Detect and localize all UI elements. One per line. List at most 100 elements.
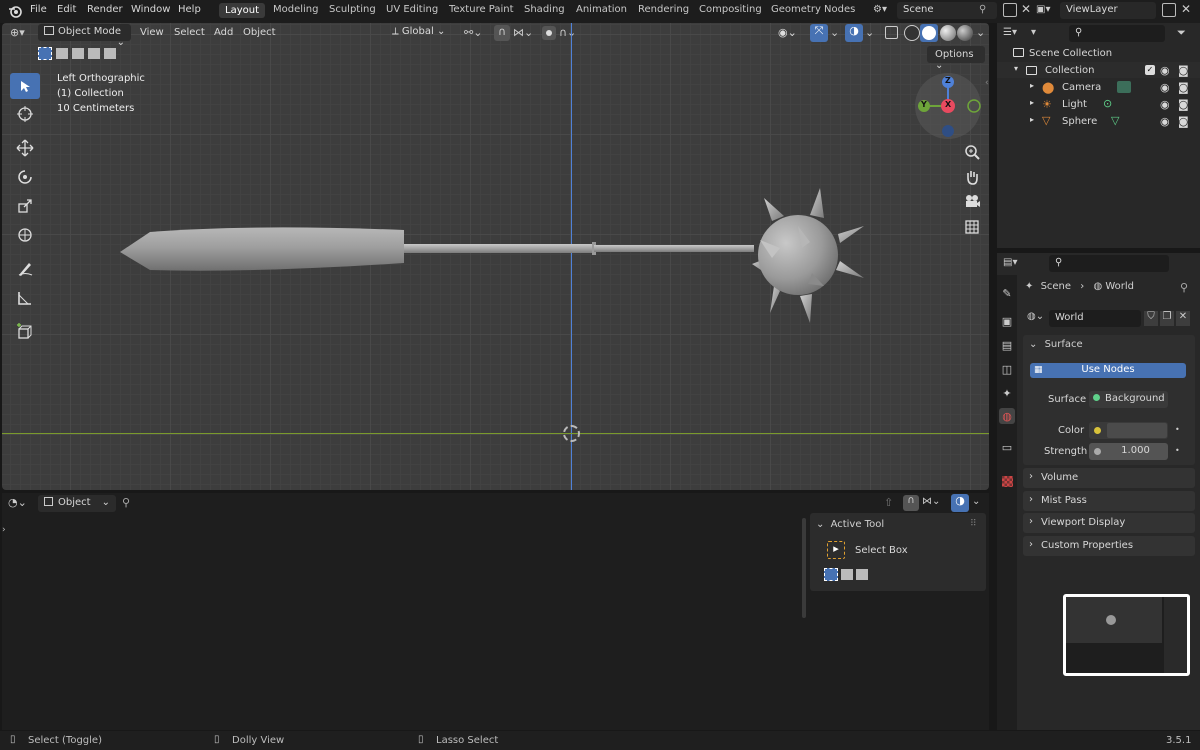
bottom-editor-type-icon[interactable]: ◔⌄ [8,496,27,509]
world-name-field[interactable]: World [1049,310,1141,327]
bottom-overlay-toggle-icon[interactable]: ◑ [951,494,969,512]
properties-editor-type-icon[interactable]: ▤▾ [1003,257,1017,268]
menu-render[interactable]: Render [87,4,123,15]
outliner-item-light[interactable]: ▸ ☀ Light ⊙ ◉ ◙ [997,96,1200,112]
visibility-icon[interactable]: ◉⌄ [778,26,797,39]
pan-hand-icon[interactable] [960,166,984,188]
mist-pass-panel-header[interactable]: › Mist Pass [1023,491,1195,511]
bottom-editor[interactable]: ◔⌄ Object ⌄ ⚲ › ⇧ ∩ ⋈⌄ ◑ ⌄ ⌄ Active Tool … [2,493,989,730]
view-layer-tab-icon[interactable]: ◫ [999,361,1015,377]
select-mode-buttons[interactable] [38,47,118,61]
color-keyframe-icon[interactable]: • [1175,425,1180,434]
select-subtract-icon[interactable] [72,48,84,59]
shading-rendered-icon[interactable] [957,25,973,41]
shading-material-icon[interactable] [940,25,956,41]
tab-animation[interactable]: Animation [572,4,631,15]
tab-uv-editing[interactable]: UV Editing [382,4,442,15]
drag-handle-icon[interactable]: ⠿ [970,519,977,529]
select-extend-icon[interactable] [841,569,853,580]
gizmo-dropdown-icon[interactable]: ⌄ [830,26,839,39]
menu-add[interactable]: Add [214,27,233,38]
outliner-editor-type-icon[interactable]: ☰▾ [1003,27,1017,38]
overlay-toggle-icon[interactable]: ◑ [845,24,863,42]
select-new-icon[interactable] [38,47,52,60]
tab-compositing[interactable]: Compositing [695,4,766,15]
tab-rendering[interactable]: Rendering [634,4,693,15]
world-tab-icon[interactable]: ◍ [999,408,1015,424]
select-box-tool-icon[interactable]: ▸ [827,541,845,559]
outliner-item-camera[interactable]: ▸ ⬤ Camera ◉ ◙ [997,79,1200,95]
add-cube-tool-icon[interactable] [10,319,40,345]
expand-arrow-icon[interactable]: ▸ [1030,115,1034,124]
proportional-edit-icon[interactable] [542,26,556,40]
timeline-scrollbar[interactable] [802,518,806,618]
active-select-modes[interactable] [824,568,872,582]
pin-icon[interactable]: ⚲ [1180,281,1188,294]
ortho-grid-icon[interactable] [960,216,984,238]
eye-icon[interactable]: ◉ [1160,98,1170,111]
menu-object[interactable]: Object [243,27,276,38]
surface-shader-dropdown[interactable]: Background [1089,391,1168,408]
bottom-snap-icon[interactable]: ∩ [903,495,919,511]
tab-modeling[interactable]: Modeling [269,4,323,15]
view-layer-selector-icon[interactable]: ▣▾ [1036,4,1056,18]
pivot-point-icon[interactable]: ⚯⌄ [464,26,482,39]
shading-dropdown-icon[interactable]: ⌄ [976,26,985,39]
menu-view[interactable]: View [140,27,164,38]
tab-geometry-nodes[interactable]: Geometry Nodes [767,4,859,15]
breadcrumb-world[interactable]: World [1105,281,1134,292]
falloff-icon[interactable]: ∩⌄ [559,26,576,39]
bottom-pin-icon[interactable]: ⚲ [122,496,130,509]
measure-tool-icon[interactable] [10,285,40,311]
3d-viewport[interactable]: ⊕▾ Object Mode ⌄ View Select Add Object ⟂… [2,23,989,490]
expand-arrow-icon[interactable]: ▸ [1030,81,1034,90]
select-invert-icon[interactable] [88,48,100,59]
select-box-tool-icon[interactable] [10,73,40,99]
tab-sculpting[interactable]: Sculpting [325,4,380,15]
custom-properties-panel-header[interactable]: › Custom Properties [1023,536,1195,556]
mesh-data-icon[interactable]: ▽ [1111,114,1119,127]
exclude-checkbox[interactable]: ✓ [1145,65,1155,75]
camera-view-icon[interactable] [960,191,984,213]
new-scene-icon[interactable] [1003,3,1017,17]
sidebar-toggle-icon[interactable]: ‹ [985,78,989,88]
gizmo-toggle-icon[interactable]: ⤧ [810,24,828,42]
rotate-tool-icon[interactable] [10,164,40,190]
expand-arrow-icon[interactable]: ▾ [1014,64,1018,73]
shading-solid-icon[interactable] [920,24,938,42]
tab-layout[interactable]: Layout [219,3,265,18]
bottom-snap-target-icon[interactable]: ⋈⌄ [922,496,940,507]
render-camera-icon[interactable]: ◙ [1178,98,1189,111]
transform-tool-icon[interactable] [10,222,40,248]
output-tab-icon[interactable]: ▤ [999,337,1015,353]
camera-data-icon[interactable] [1117,81,1131,93]
tab-shading[interactable]: Shading [520,4,569,15]
eye-icon[interactable]: ◉ [1160,64,1170,77]
zoom-icon[interactable] [960,141,984,163]
delete-scene-icon[interactable]: ✕ [1021,2,1031,16]
scene-tab-icon[interactable]: ✦ [999,385,1015,401]
properties-search-input[interactable]: ⚲ [1049,255,1169,272]
tool-tab-icon[interactable]: ✎ [999,285,1015,301]
view-layer-field[interactable]: ViewLayer [1060,2,1156,19]
bottom-mode-dropdown[interactable]: Object ⌄ [38,495,116,512]
strength-keyframe-icon[interactable]: • [1175,446,1180,455]
outliner-item-sphere[interactable]: ▸ ▽ Sphere ▽ ◉ ◙ [997,113,1200,129]
tab-texture-paint[interactable]: Texture Paint [445,4,518,15]
select-new-icon[interactable] [824,568,838,581]
mace-model[interactable] [112,188,872,323]
select-extend-icon[interactable] [56,48,68,59]
eye-icon[interactable]: ◉ [1160,115,1170,128]
scale-tool-icon[interactable] [10,193,40,219]
menu-select[interactable]: Select [174,27,205,38]
texture-tab-icon[interactable] [999,473,1015,489]
shading-wireframe-icon[interactable] [904,25,920,41]
area-divider[interactable] [989,23,997,730]
snap-toggle-icon[interactable]: ∩ [494,25,510,41]
outliner-filter-icon[interactable]: ▾ [1031,27,1036,38]
select-intersect-icon[interactable] [104,48,116,59]
bottom-overlay-dropdown-icon[interactable]: ⌄ [972,496,980,507]
render-camera-icon[interactable]: ◙ [1178,64,1189,77]
snap-target-icon[interactable]: ⋈⌄ [513,26,533,39]
scene-selector-icon[interactable]: ⚙▾ [873,4,893,18]
